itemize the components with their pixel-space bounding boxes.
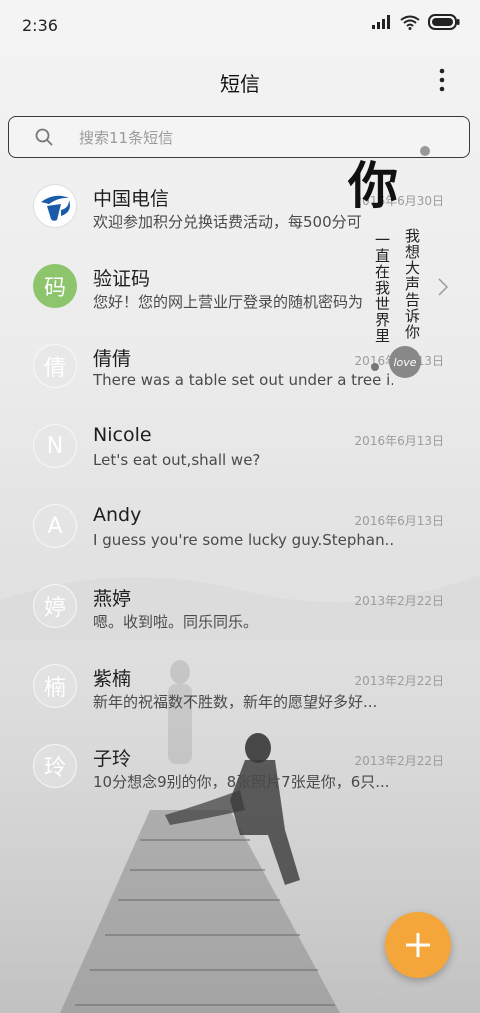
signal-icon: [372, 15, 390, 29]
conversation-item[interactable]: 玲 子玲 2013年2月22日 10分想念9别的你，8张照片7张是你，6只...: [0, 730, 480, 810]
message-snippet: Let's eat out,shall we?: [93, 451, 261, 469]
more-vertical-icon[interactable]: [432, 66, 452, 94]
telecom-logo-avatar: [33, 184, 77, 228]
status-icons: [372, 14, 460, 30]
poem-love-tag: love: [389, 346, 421, 378]
conversation-item[interactable]: N Nicole 2016年6月13日 Let's eat out,shall …: [0, 410, 480, 490]
contact-name: 中国电信: [93, 188, 170, 210]
status-time: 2:36: [22, 16, 58, 35]
avatar: N: [33, 424, 77, 468]
avatar: 玲: [33, 744, 77, 788]
battery-icon: [428, 14, 460, 30]
avatar-letter: 倩: [43, 356, 66, 381]
wifi-icon: [400, 15, 420, 30]
contact-name: 子玲: [93, 748, 132, 770]
status-bar: 2:36: [0, 0, 480, 52]
message-date: 2016年6月13日: [354, 434, 444, 448]
contact-name: 紫楠: [93, 668, 132, 690]
message-date: 2013年2月22日: [354, 594, 444, 608]
avatar-letter: A: [47, 513, 63, 539]
message-date: 2013年2月22日: [354, 754, 444, 768]
china-telecom-logo-icon: [41, 195, 70, 221]
message-date: 2013年2月22日: [354, 674, 444, 688]
message-snippet: I guess you're some lucky guy.Stephan...: [93, 531, 393, 549]
avatar-letter: 码: [43, 276, 66, 301]
poem-line-1: 我想大声告诉你: [403, 228, 421, 340]
message-date: 2016年6月13日: [354, 514, 444, 528]
poem-line-2: 一直在我世界里: [373, 232, 391, 344]
wallpaper-poem: 你 我想大声告诉你 一直在我世界里 love: [340, 146, 460, 388]
avatar-letter: N: [46, 433, 64, 459]
poem-dot-icon: [420, 146, 430, 156]
avatar: 婷: [33, 584, 77, 628]
poem-big-char: 你: [348, 156, 398, 215]
new-message-button[interactable]: [385, 912, 451, 978]
contact-name: Andy: [93, 504, 142, 526]
message-snippet: 嗯。收到啦。同乐同乐。: [93, 613, 259, 631]
contact-name: 验证码: [93, 268, 151, 290]
search-placeholder: 搜索11条短信: [79, 129, 174, 147]
page-title: 短信: [220, 72, 260, 96]
avatar-letter: 婷: [43, 596, 66, 621]
avatar: 楠: [33, 664, 77, 708]
title-bar: 短信: [0, 56, 480, 104]
message-snippet: 10分想念9别的你，8张照片7张是你，6只...: [93, 773, 390, 791]
message-snippet: 新年的祝福数不胜数，新年的愿望好多好...: [93, 693, 378, 711]
contact-name: Nicole: [93, 424, 152, 446]
conversation-item[interactable]: 楠 紫楠 2013年2月22日 新年的祝福数不胜数，新年的愿望好多好...: [0, 650, 480, 730]
contact-name: 燕婷: [93, 588, 132, 610]
avatar-letter: 玲: [43, 756, 66, 781]
plus-icon: [406, 933, 430, 957]
conversation-item[interactable]: A Andy 2016年6月13日 I guess you're some lu…: [0, 490, 480, 570]
poem-dot-small-icon: [371, 363, 379, 371]
contact-name: 倩倩: [93, 348, 132, 370]
avatar-letter: 楠: [43, 676, 66, 701]
avatar: 倩: [33, 344, 77, 388]
avatar: A: [33, 504, 77, 548]
conversation-item[interactable]: 婷 燕婷 2013年2月22日 嗯。收到啦。同乐同乐。: [0, 570, 480, 650]
avatar: 码: [33, 264, 77, 308]
search-icon: [35, 128, 53, 146]
